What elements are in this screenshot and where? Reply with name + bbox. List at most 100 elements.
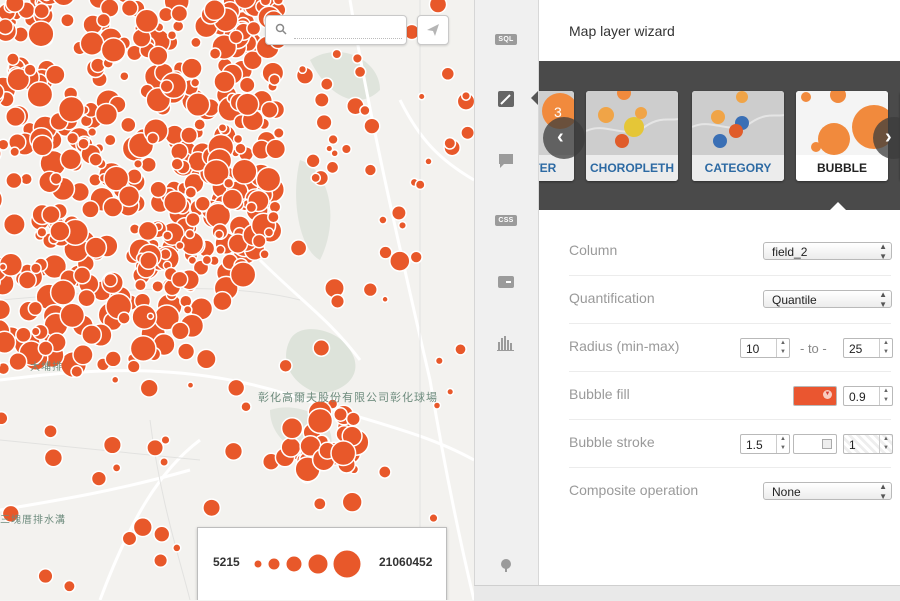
map-bubble[interactable] [331,295,345,309]
map-bubble[interactable] [410,251,422,263]
map-bubble[interactable] [313,340,329,356]
map-bubble[interactable] [429,514,438,523]
map-bubble[interactable] [160,80,173,93]
stepper-icon[interactable]: ▲▼ [879,387,892,405]
map-bubble[interactable] [141,157,156,172]
map-bubble[interactable] [163,231,172,240]
map-bubble[interactable] [7,53,19,65]
map-bubble[interactable] [260,250,269,259]
map-bubble[interactable] [85,237,106,258]
map-bubble[interactable] [311,173,320,182]
stroke-opacity-input[interactable]: 1 ▲▼ [843,434,893,454]
map-bubble[interactable] [32,327,40,335]
map-bubble[interactable] [281,438,300,457]
map-bubble[interactable] [27,82,52,107]
map-bubble[interactable] [50,221,70,241]
map-bubble[interactable] [120,72,129,81]
map-bubble[interactable] [416,180,425,189]
map-bubble[interactable] [154,554,168,568]
map-bubble[interactable] [0,19,13,35]
map-bubble[interactable] [122,531,136,545]
radius-min-input[interactable]: 10 ▲▼ [740,338,790,358]
map-bubble[interactable] [181,127,197,143]
map-bubble[interactable] [171,143,188,160]
map-bubble[interactable] [236,93,258,115]
map-bubble[interactable] [140,252,157,269]
map-bubble[interactable] [147,440,163,456]
map-bubble[interactable] [138,221,157,240]
map-bubble[interactable] [0,187,2,212]
map-bubble[interactable] [0,331,16,353]
map-bubble[interactable] [436,357,444,365]
radius-max-input[interactable]: 25 ▲▼ [843,338,893,358]
map-bubble[interactable] [213,292,232,311]
map-bubble[interactable] [194,119,205,130]
carousel-prev-button[interactable]: ‹ [543,117,585,159]
map-bubble[interactable] [171,158,183,170]
map-bubble[interactable] [82,325,101,344]
map-bubble[interactable] [379,466,391,478]
map-bubble[interactable] [185,230,194,239]
map-bubble[interactable] [119,186,140,207]
map-bubble[interactable] [16,327,31,342]
map-bubble[interactable] [326,161,338,173]
map-canvas[interactable]: 彰化高爾夫股份有限公司彰化球場 大埔排 三塊厝排水溝 5215 21060452 [0,0,474,600]
map-bubble[interactable] [176,242,184,250]
map-bubble[interactable] [130,336,156,362]
map-bubble[interactable] [241,402,251,412]
map-bubble[interactable] [0,300,10,320]
map-bubble[interactable] [59,97,85,123]
map-bubble[interactable] [104,436,122,454]
map-bubble[interactable] [306,154,320,168]
map-bubble[interactable] [197,349,216,368]
map-bubble[interactable] [44,449,62,467]
map-bubble[interactable] [326,145,333,152]
map-bubble[interactable] [347,412,361,426]
map-bubble[interactable] [61,14,74,27]
wizard-button[interactable] [492,87,520,111]
stepper-icon[interactable]: ▲▼ [776,339,789,357]
map-bubble[interactable] [321,78,333,90]
bottom-panel-tab[interactable] [474,585,900,601]
map-bubble[interactable] [191,37,201,47]
column-select[interactable]: field_2 ▲▼ [763,242,892,260]
map-bubble[interactable] [135,279,146,290]
map-bubble[interactable] [224,178,234,188]
map-bubble[interactable] [92,471,107,486]
map-bubble[interactable] [315,93,329,107]
map-bubble[interactable] [127,360,140,373]
map-bubble[interactable] [118,312,130,324]
map-bubble[interactable] [0,412,8,425]
map-bubble[interactable] [215,230,224,239]
map-bubble[interactable] [228,379,245,396]
map-bubble[interactable] [429,0,446,13]
map-bubble[interactable] [392,206,406,220]
map-bubble[interactable] [105,351,121,367]
stepper-icon[interactable]: ▲▼ [879,339,892,357]
map-bubble[interactable] [191,78,200,87]
map-bubble[interactable] [314,498,326,510]
map-bubble[interactable] [37,228,47,238]
stroke-color-picker[interactable] [793,434,837,454]
map-bubble[interactable] [186,93,209,116]
map-bubble[interactable] [265,228,274,237]
map-bubble[interactable] [172,271,188,287]
map-bubble[interactable] [261,102,278,119]
map-bubble[interactable] [101,38,125,62]
map-bubble[interactable] [382,296,388,302]
map-bubble[interactable] [147,133,159,145]
map-bubble[interactable] [425,158,432,165]
map-bubble[interactable] [4,214,25,235]
map-bubble[interactable] [82,201,99,218]
map-bubble[interactable] [203,499,220,516]
map-bubble[interactable] [342,492,362,512]
map-bubble[interactable] [96,104,118,126]
map-bubble[interactable] [88,128,97,137]
map-bubble[interactable] [399,222,407,230]
map-bubble[interactable] [185,187,196,198]
map-bubble[interactable] [148,313,154,319]
map-bubble[interactable] [78,290,95,307]
map-bubble[interactable] [6,107,25,126]
map-bubble[interactable] [390,251,410,271]
map-bubble[interactable] [46,65,65,84]
